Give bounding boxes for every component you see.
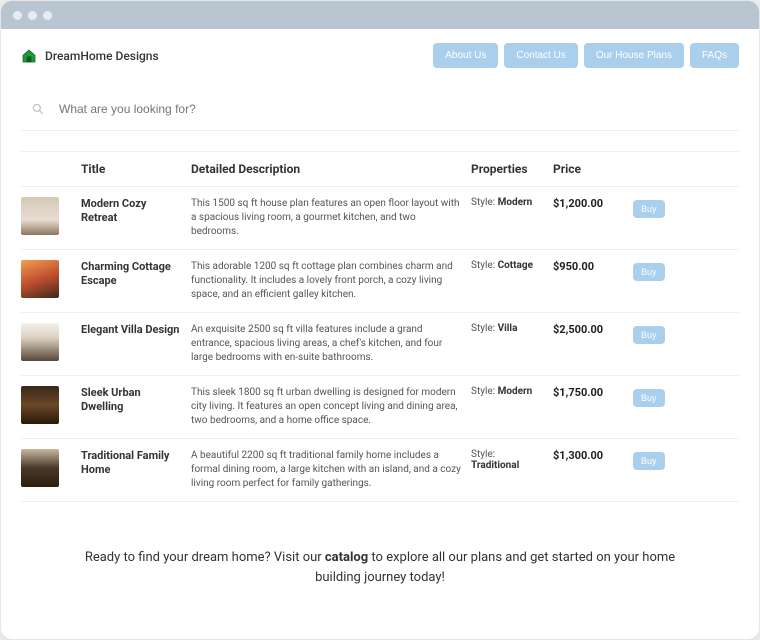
plan-price: $2,500.00 xyxy=(553,323,623,336)
plan-thumbnail xyxy=(21,260,59,298)
plan-title: Modern Cozy Retreat xyxy=(81,197,181,226)
buy-button[interactable]: Buy xyxy=(633,452,665,470)
plan-props: Style: Modern xyxy=(471,386,543,397)
titlebar xyxy=(1,1,759,29)
footer-cta: Ready to find your dream home? Visit our… xyxy=(21,548,739,587)
plan-props: Style: Modern xyxy=(471,197,543,208)
buy-button[interactable]: Buy xyxy=(633,326,665,344)
plan-title: Traditional Family Home xyxy=(81,449,181,478)
table-row: Traditional Family Home A beautiful 2200… xyxy=(21,439,739,502)
buy-button[interactable]: Buy xyxy=(633,200,665,218)
plan-price: $1,200.00 xyxy=(553,197,623,210)
window-close-dot[interactable] xyxy=(13,11,22,20)
table-header: Title Detailed Description Properties Pr… xyxy=(21,151,739,187)
col-price: Price xyxy=(553,162,623,176)
searchbar xyxy=(21,78,739,131)
table-row: Elegant Villa Design An exquisite 2500 s… xyxy=(21,313,739,376)
app-window: DreamHome Designs About Us Contact Us Ou… xyxy=(0,0,760,640)
plan-title: Sleek Urban Dwelling xyxy=(81,386,181,415)
plan-desc: This adorable 1200 sq ft cottage plan co… xyxy=(191,260,461,302)
col-desc: Detailed Description xyxy=(191,162,461,176)
content-area: DreamHome Designs About Us Contact Us Ou… xyxy=(1,29,759,639)
table-row: Charming Cottage Escape This adorable 12… xyxy=(21,250,739,313)
house-logo-icon xyxy=(21,48,37,64)
plan-thumbnail xyxy=(21,386,59,424)
col-props: Properties xyxy=(471,162,543,176)
plan-desc: An exquisite 2500 sq ft villa features i… xyxy=(191,323,461,365)
nav-faqs[interactable]: FAQs xyxy=(690,43,739,68)
plan-price: $1,750.00 xyxy=(553,386,623,399)
plan-title: Charming Cottage Escape xyxy=(81,260,181,289)
plan-desc: A beautiful 2200 sq ft traditional famil… xyxy=(191,449,461,491)
table-row: Sleek Urban Dwelling This sleek 1800 sq … xyxy=(21,376,739,439)
brand-name: DreamHome Designs xyxy=(45,49,159,63)
plan-thumbnail xyxy=(21,323,59,361)
plan-desc: This sleek 1800 sq ft urban dwelling is … xyxy=(191,386,461,428)
plan-props: Style: Traditional xyxy=(471,449,543,471)
search-input[interactable] xyxy=(59,102,729,116)
nav-contact[interactable]: Contact Us xyxy=(504,43,577,68)
col-title: Title xyxy=(81,162,181,176)
plan-props: Style: Cottage xyxy=(471,260,543,271)
buy-button[interactable]: Buy xyxy=(633,389,665,407)
plan-thumbnail xyxy=(21,449,59,487)
plan-title: Elegant Villa Design xyxy=(81,323,181,337)
nav-menu: About Us Contact Us Our House Plans FAQs xyxy=(433,43,739,68)
window-max-dot[interactable] xyxy=(43,11,52,20)
buy-button[interactable]: Buy xyxy=(633,263,665,281)
plan-props: Style: Villa xyxy=(471,323,543,334)
nav-about[interactable]: About Us xyxy=(433,43,498,68)
plan-price: $1,300.00 xyxy=(553,449,623,462)
window-min-dot[interactable] xyxy=(28,11,37,20)
nav-plans[interactable]: Our House Plans xyxy=(584,43,684,68)
header: DreamHome Designs About Us Contact Us Ou… xyxy=(21,43,739,78)
search-icon xyxy=(31,102,45,116)
plans-table: Title Detailed Description Properties Pr… xyxy=(21,151,739,502)
catalog-link[interactable]: catalog xyxy=(325,550,368,565)
plan-price: $950.00 xyxy=(553,260,623,273)
plan-thumbnail xyxy=(21,197,59,235)
plan-desc: This 1500 sq ft house plan features an o… xyxy=(191,197,461,239)
brand: DreamHome Designs xyxy=(21,48,159,64)
table-row: Modern Cozy Retreat This 1500 sq ft hous… xyxy=(21,187,739,250)
